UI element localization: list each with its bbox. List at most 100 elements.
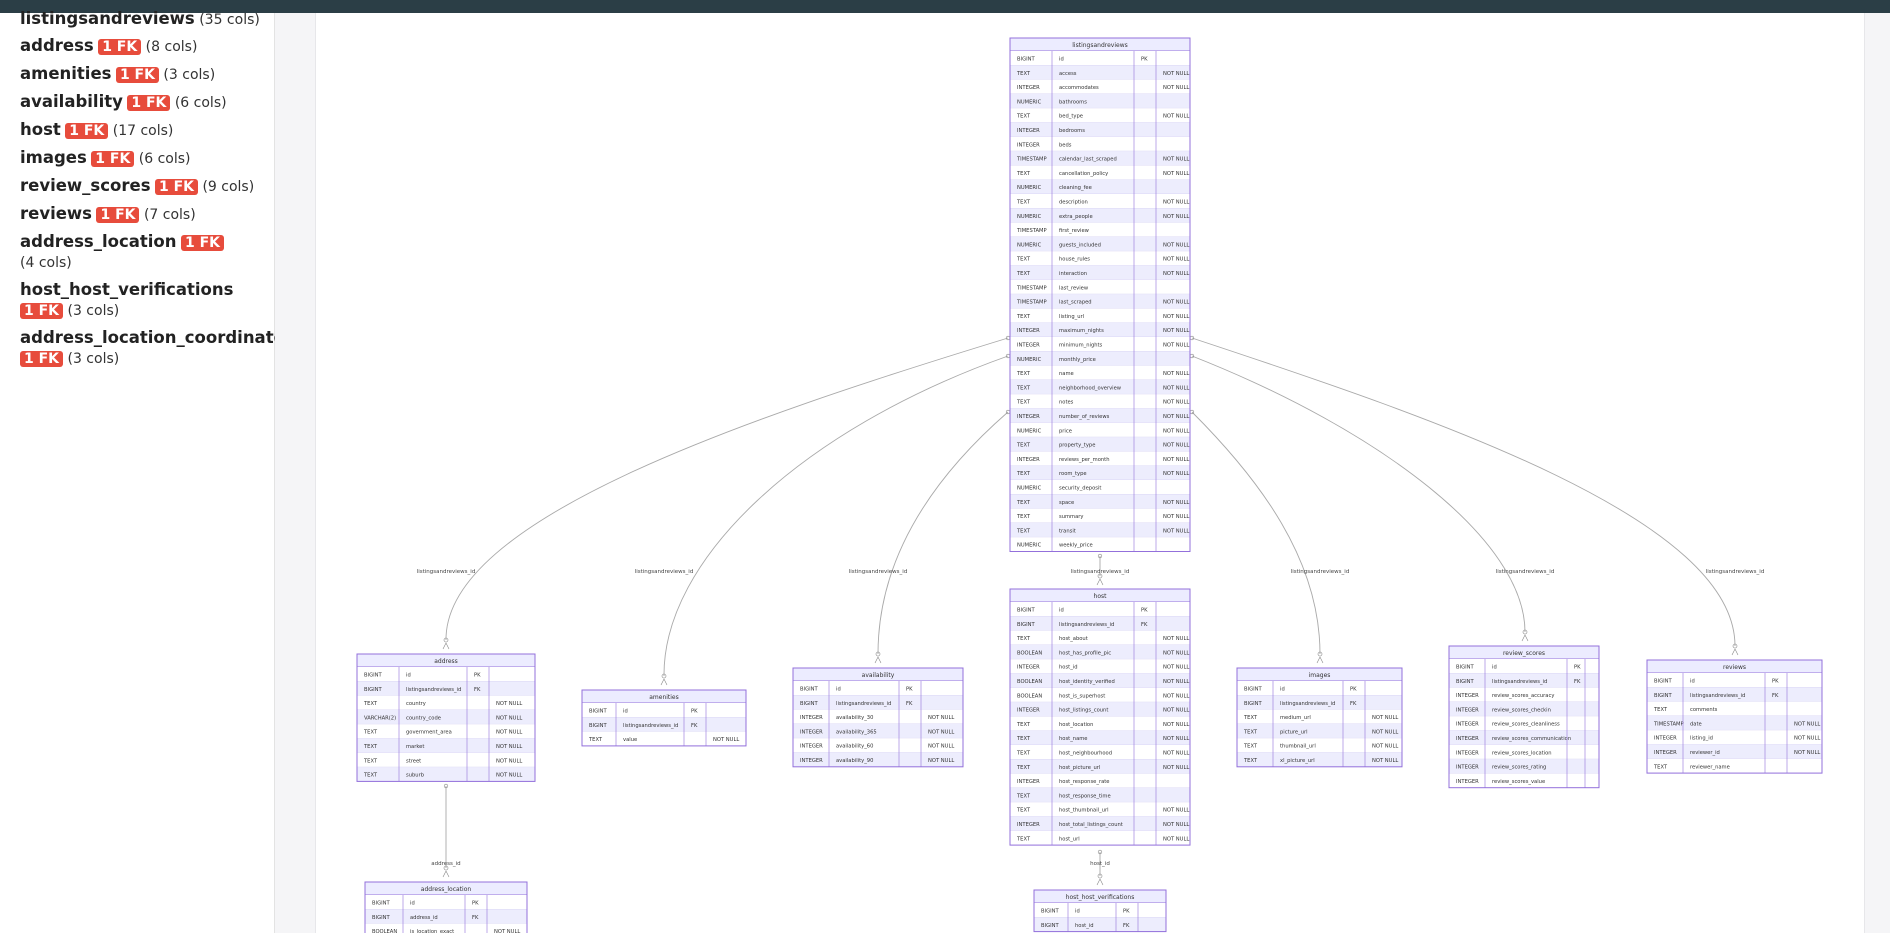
column-type: INTEGER xyxy=(1017,665,1040,671)
table-address[interactable]: address BIGINT id PK BIGINT listingsandreview… xyxy=(356,653,536,782)
column-key: PK xyxy=(906,687,913,693)
relation-line xyxy=(1191,355,1526,633)
column-type: INTEGER xyxy=(800,744,823,750)
column-name: review_scores_checkin xyxy=(1492,707,1551,713)
column-name: host_about xyxy=(1059,636,1088,642)
column-name: calendar_last_scraped xyxy=(1059,157,1117,163)
column-null: NOT NULL xyxy=(1163,736,1189,742)
column-type: INTEGER xyxy=(1456,722,1479,728)
table-amenities[interactable]: amenities BIGINT id PK BIGINT listingsandrevi… xyxy=(581,689,747,747)
column-name: picture_url xyxy=(1280,729,1308,735)
column-name: id xyxy=(1280,687,1285,693)
column-null: NOT NULL xyxy=(928,758,954,764)
column-null: NOT NULL xyxy=(496,773,522,779)
column-type: TEXT xyxy=(1016,200,1031,206)
column-key: PK xyxy=(1123,909,1130,915)
crows-foot-icon xyxy=(1316,656,1324,664)
column-name: first_review xyxy=(1059,228,1090,234)
column-name: room_type xyxy=(1059,471,1087,477)
column-key: FK xyxy=(1350,701,1357,707)
column-name: reviewer_id xyxy=(1690,750,1720,756)
column-null: NOT NULL xyxy=(1163,171,1189,177)
table-availability[interactable]: availability BIGINT id PK BIGINT listingsandr… xyxy=(792,667,964,768)
column-name: beds xyxy=(1059,142,1072,148)
column-type: INTEGER xyxy=(1017,328,1040,334)
column-null: NOT NULL xyxy=(496,758,522,764)
column-name: name xyxy=(1059,371,1074,377)
column-type: TEXT xyxy=(1016,385,1031,391)
relation-label: listingsandreviews_id xyxy=(417,569,476,575)
crows-foot-icon xyxy=(1731,648,1739,656)
column-null: NOT NULL xyxy=(1163,514,1189,520)
column-null: NOT NULL xyxy=(1163,722,1189,728)
column-type: BIGINT xyxy=(1017,622,1036,628)
column-type: INTEGER xyxy=(1017,822,1040,828)
column-name: xl_picture_url xyxy=(1280,758,1315,764)
column-null: NOT NULL xyxy=(928,729,954,735)
table-reviews[interactable]: reviews BIGINT id PK BIGINT listingsandreview… xyxy=(1646,659,1823,774)
column-name: id xyxy=(623,709,628,715)
table-address_location[interactable]: address_location BIGINT id PK BIGINT address_… xyxy=(364,881,528,933)
column-type: TEXT xyxy=(1016,751,1031,757)
column-type: BIGINT xyxy=(364,687,383,693)
table-title: listingsandreviews xyxy=(1072,42,1127,49)
column-type: BIGINT xyxy=(800,687,819,693)
column-name: host_response_time xyxy=(1059,793,1111,799)
table-row xyxy=(1647,758,1822,774)
column-type: NUMERIC xyxy=(1017,214,1042,220)
column-key: PK xyxy=(472,901,479,907)
column-type: TEXT xyxy=(1016,722,1031,728)
column-null: NOT NULL xyxy=(496,744,522,750)
column-name: country xyxy=(406,701,426,707)
column-type: INTEGER xyxy=(1456,707,1479,713)
relation-label: listingsandreviews_id xyxy=(1071,569,1130,575)
column-key: FK xyxy=(474,687,481,693)
column-name: host_location xyxy=(1059,722,1093,728)
relation-label: listingsandreviews_id xyxy=(849,569,908,575)
relation-label: listingsandreviews_id xyxy=(1291,569,1350,575)
column-name: host_identity_verified xyxy=(1059,679,1115,685)
column-null: NOT NULL xyxy=(1163,679,1189,685)
column-null: NOT NULL xyxy=(1163,314,1189,320)
column-name: review_scores_cleanliness xyxy=(1492,722,1560,728)
column-type: BIGINT xyxy=(1244,687,1263,693)
table-title: amenities xyxy=(649,694,679,701)
column-type: INTEGER xyxy=(1017,457,1040,463)
table-title: images xyxy=(1309,672,1331,679)
crows-foot-icon xyxy=(1096,578,1104,586)
table-row xyxy=(1647,673,1822,688)
column-type: TEXT xyxy=(1016,443,1031,449)
column-type: TIMESTAMP xyxy=(1653,721,1684,727)
column-null: NOT NULL xyxy=(1794,736,1820,742)
table-title: reviews xyxy=(1723,664,1746,671)
column-name: last_scraped xyxy=(1059,300,1092,306)
table-listingsandreviews[interactable]: listingsandreviews BIGINT id PK TEXT access NO… xyxy=(1009,37,1191,552)
column-type: INTEGER xyxy=(1456,736,1479,742)
column-type: TEXT xyxy=(1016,636,1031,642)
column-name: review_scores_location xyxy=(1492,750,1552,756)
column-name: host_is_superhost xyxy=(1059,693,1105,699)
table-host_host_verifications[interactable]: host_host_verifications BIGINT id PK BIGINT h… xyxy=(1033,889,1167,933)
column-type: TEXT xyxy=(1016,171,1031,177)
column-name: street xyxy=(406,758,421,764)
table-images[interactable]: images BIGINT id PK BIGINT listingsandreviews… xyxy=(1236,667,1403,768)
table-row xyxy=(1237,681,1402,696)
column-key: PK xyxy=(1350,687,1357,693)
column-null: NOT NULL xyxy=(1163,765,1189,771)
table-review_scores[interactable]: review_scores BIGINT id PK BIGINT listingsand… xyxy=(1448,645,1600,789)
column-null: NOT NULL xyxy=(1163,400,1189,406)
column-name: host_has_profile_pic xyxy=(1059,650,1111,656)
column-type: TEXT xyxy=(1016,736,1031,742)
column-key: FK xyxy=(1123,923,1130,929)
column-key: PK xyxy=(1141,57,1148,63)
column-name: review_scores_rating xyxy=(1492,765,1546,771)
column-null: NOT NULL xyxy=(1163,85,1189,91)
column-name: notes xyxy=(1059,400,1074,406)
column-name: is_location_exact xyxy=(410,929,454,933)
table-host[interactable]: host BIGINT id PK BIGINT listingsandreviews_i… xyxy=(1009,588,1191,846)
column-key: PK xyxy=(1574,665,1581,671)
column-name: id xyxy=(1075,909,1080,915)
column-type: BIGINT xyxy=(1654,693,1673,699)
column-type: TEXT xyxy=(1016,71,1031,77)
column-type: INTEGER xyxy=(1654,750,1677,756)
